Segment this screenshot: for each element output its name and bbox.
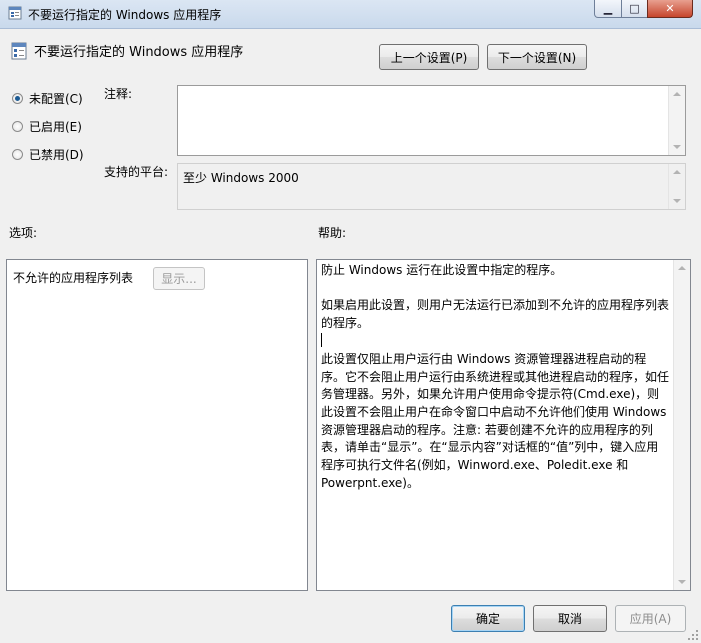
help-paragraph: 此设置仅阻止用户运行由 Windows 资源管理器进程启动的程序。它不会阻止用户… — [321, 351, 670, 490]
radio-label: 已禁用(D) — [29, 148, 84, 162]
show-button[interactable]: 显示... — [153, 267, 205, 290]
comment-scrollbar[interactable] — [668, 86, 685, 155]
options-heading: 选项: — [9, 226, 38, 240]
platform-scrollbar[interactable] — [668, 164, 685, 209]
platform-value: 至少 Windows 2000 — [183, 171, 299, 185]
window-title: 不要运行指定的 Windows 应用程序 — [28, 8, 222, 22]
platform-field: 至少 Windows 2000 — [177, 163, 686, 210]
comment-label: 注释: — [104, 87, 133, 101]
help-paragraph: 如果启用此设置，则用户无法运行已添加到不允许的应用程序列表的程序。 — [321, 298, 670, 331]
maximize-icon: □ — [629, 2, 640, 15]
help-scrollbar[interactable] — [673, 260, 690, 590]
radio-not-configured[interactable]: 未配置(C) — [12, 90, 83, 107]
disallowed-apps-label: 不允许的应用程序列表 — [13, 271, 134, 285]
text-caret — [321, 332, 322, 347]
ok-button[interactable]: 确定 — [451, 605, 525, 632]
scroll-down-icon[interactable] — [678, 580, 686, 584]
next-setting-button[interactable]: 下一个设置(N) — [487, 44, 587, 70]
minimize-icon: ▁ — [603, 2, 613, 15]
help-heading: 帮助: — [318, 226, 347, 240]
scroll-down-icon[interactable] — [673, 199, 681, 203]
close-button[interactable]: ✕ — [647, 0, 693, 18]
radio-unselected-icon — [12, 149, 23, 160]
policy-setting-icon — [11, 42, 27, 60]
setting-title: 不要运行指定的 Windows 应用程序 — [34, 45, 244, 60]
radio-unselected-icon — [12, 121, 23, 132]
minimize-button[interactable]: ▁ — [594, 0, 622, 18]
title-bar[interactable]: 不要运行指定的 Windows 应用程序 ▁ □ ✕ — [0, 0, 701, 29]
scroll-up-icon[interactable] — [673, 170, 681, 174]
radio-disabled[interactable]: 已禁用(D) — [12, 146, 84, 163]
apply-button[interactable]: 应用(A) — [615, 605, 686, 632]
policy-setting-icon — [8, 6, 22, 20]
scroll-down-icon[interactable] — [673, 145, 681, 149]
radio-enabled[interactable]: 已启用(E) — [12, 118, 82, 135]
scroll-up-icon[interactable] — [673, 92, 681, 96]
help-text: 防止 Windows 运行在此设置中指定的程序。 如果启用此设置，则用户无法运行… — [321, 262, 670, 510]
help-paragraph: 防止 Windows 运行在此设置中指定的程序。 — [321, 263, 563, 277]
previous-setting-button[interactable]: 上一个设置(P) — [379, 44, 479, 70]
close-icon: ✕ — [665, 2, 675, 15]
dialog-body: 不要运行指定的 Windows 应用程序 上一个设置(P) 下一个设置(N) 未… — [0, 29, 701, 643]
resize-grip-icon[interactable] — [687, 629, 699, 641]
maximize-button[interactable]: □ — [621, 0, 648, 18]
radio-label: 未配置(C) — [29, 92, 83, 106]
radio-selected-icon — [12, 93, 23, 104]
help-pane: 防止 Windows 运行在此设置中指定的程序。 如果启用此设置，则用户无法运行… — [316, 259, 691, 591]
scroll-up-icon[interactable] — [678, 266, 686, 270]
cancel-button[interactable]: 取消 — [533, 605, 607, 632]
options-pane: 不允许的应用程序列表 显示... — [6, 259, 308, 591]
radio-label: 已启用(E) — [29, 120, 82, 134]
platform-label: 支持的平台: — [104, 165, 169, 179]
comment-textarea[interactable] — [177, 85, 686, 156]
